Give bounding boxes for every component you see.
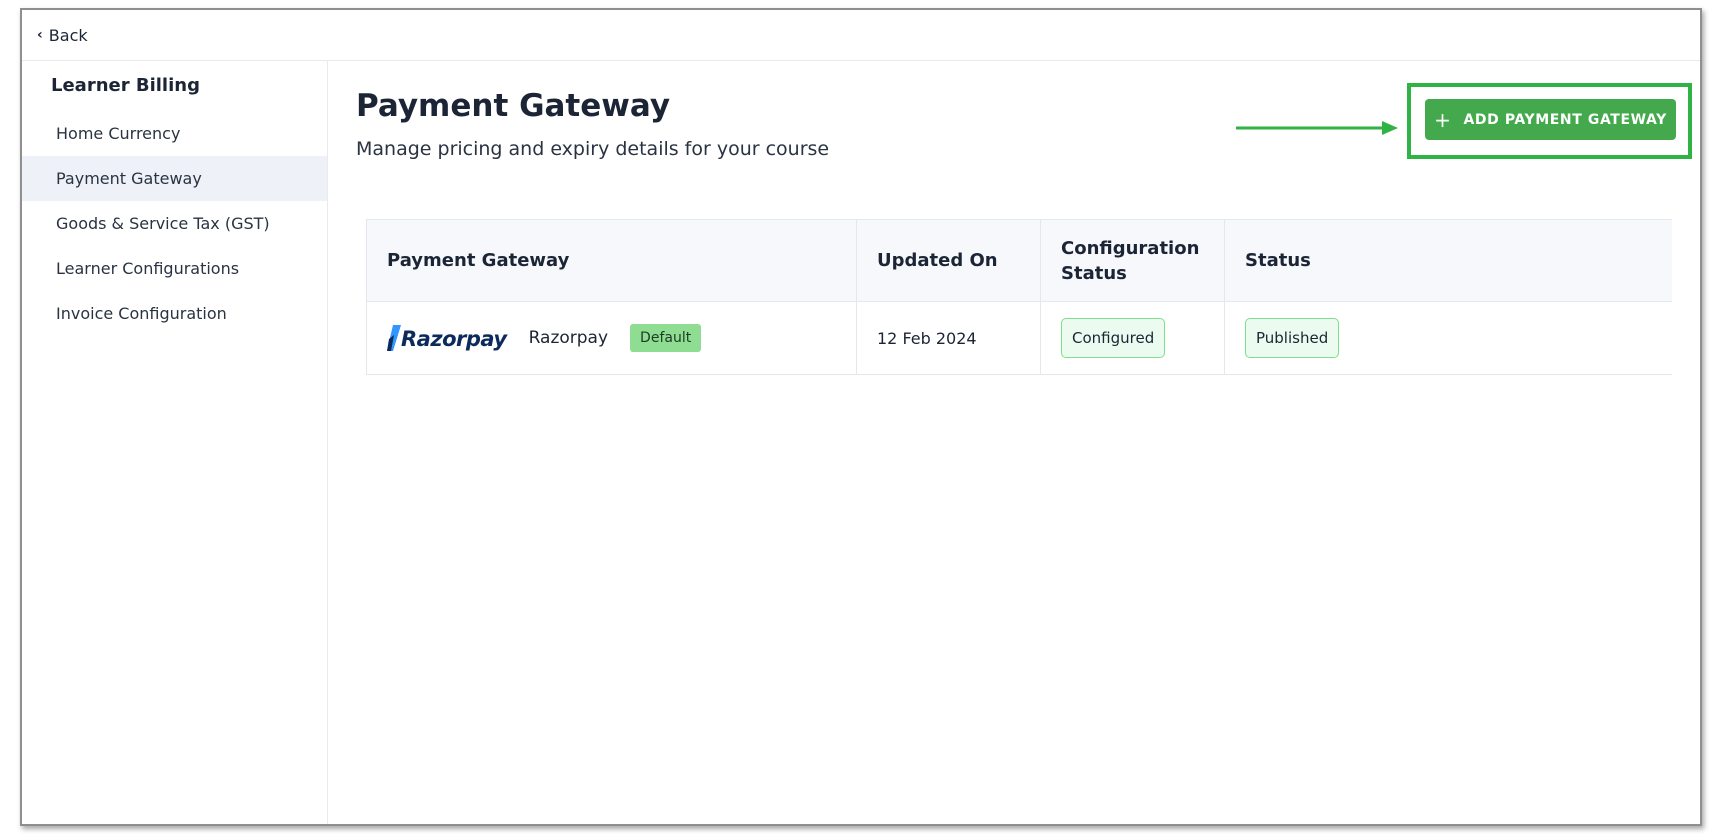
sidebar-item-home-currency[interactable]: Home Currency [22,111,327,156]
sidebar-item-gst[interactable]: Goods & Service Tax (GST) [22,201,327,246]
sidebar: Learner Billing Home Currency Payment Ga… [22,61,328,824]
default-badge: Default [630,324,702,352]
plus-icon: + [1434,107,1452,132]
sidebar-item-payment-gateway[interactable]: Payment Gateway [22,156,327,201]
main-panel: Payment Gateway Manage pricing and expir… [328,61,1700,824]
add-payment-gateway-label: ADD PAYMENT GATEWAY [1463,111,1667,128]
sidebar-item-learner-configurations[interactable]: Learner Configurations [22,246,327,291]
column-header-payment-gateway: Payment Gateway [366,219,857,302]
payment-gateway-table: Payment Gateway Updated On Configuration… [366,219,1672,375]
configuration-status-cell: Configured [1040,301,1225,375]
razorpay-logo-text: Razorpay [401,327,507,351]
app-window: ‹ Back Learner Billing Home Currency Pay… [20,8,1702,826]
status-cell: Published [1224,301,1672,375]
chevron-left-icon: ‹ [37,27,43,43]
back-label: Back [48,25,88,45]
column-header-configuration-status: Configuration Status [1040,219,1225,302]
razorpay-logo: Razorpay [387,325,507,351]
gateway-name: Razorpay [528,328,609,348]
razorpay-mark-icon [387,325,401,351]
table-row[interactable]: Razorpay Razorpay Default 12 Feb 2024 Co… [366,301,1672,375]
annotation-arrow-icon [1236,121,1398,135]
add-payment-gateway-button[interactable]: + ADD PAYMENT GATEWAY [1425,99,1676,140]
configuration-status-badge: Configured [1061,318,1166,358]
updated-on-cell: 12 Feb 2024 [856,301,1041,375]
page-title: Payment Gateway [356,88,671,124]
top-bar: ‹ Back [22,10,1700,61]
page-subtitle: Manage pricing and expiry details for yo… [356,138,830,160]
sidebar-item-invoice-configuration[interactable]: Invoice Configuration [22,291,327,336]
back-link[interactable]: ‹ Back [37,26,88,45]
column-header-updated-on: Updated On [856,219,1041,302]
status-badge: Published [1245,318,1340,358]
table-header-row: Payment Gateway Updated On Configuration… [366,219,1672,302]
content-area: Learner Billing Home Currency Payment Ga… [22,61,1700,824]
sidebar-title: Learner Billing [51,75,200,96]
gateway-cell: Razorpay Razorpay Default [366,301,857,375]
column-header-status: Status [1224,219,1672,302]
